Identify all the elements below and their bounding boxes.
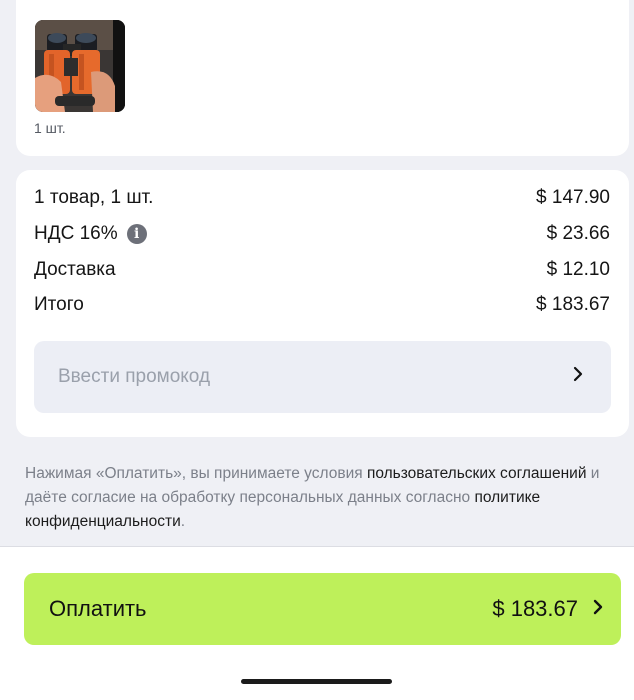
delivery-row: Доставка $ 12.10 xyxy=(34,257,610,283)
vat-row: НДС 16% i $ 23.66 xyxy=(34,221,610,247)
bottom-bar: Оплатить $ 183.67 xyxy=(0,546,634,700)
promo-code-input[interactable]: Ввести промокод xyxy=(34,341,611,413)
total-label: Итого xyxy=(34,294,84,315)
pay-button[interactable]: Оплатить $ 183.67 xyxy=(24,573,621,645)
chevron-right-icon xyxy=(572,365,584,389)
home-indicator[interactable] xyxy=(241,679,392,684)
legal-text-1: Нажимая «Оплатить», вы принимаете услови… xyxy=(25,465,367,482)
items-row: 1 товар, 1 шт. $ 147.90 xyxy=(34,185,610,211)
total-value: $ 183.67 xyxy=(536,294,610,315)
vat-label: НДС 16% xyxy=(34,223,118,244)
product-image[interactable] xyxy=(35,20,125,112)
vat-value: $ 23.66 xyxy=(546,223,610,244)
delivery-label: Доставка xyxy=(34,259,116,280)
promo-placeholder: Ввести промокод xyxy=(58,366,211,387)
delivery-value: $ 12.10 xyxy=(546,259,610,280)
info-icon[interactable]: i xyxy=(126,224,147,244)
chevron-right-icon xyxy=(592,596,604,622)
pay-button-amount: $ 183.67 xyxy=(492,596,578,621)
user-agreement-link[interactable]: пользовательских соглашений xyxy=(367,465,587,482)
binoculars-photo-icon xyxy=(35,20,125,112)
order-summary-card: 1 товар, 1 шт. $ 147.90 НДС 16% i $ 23.6… xyxy=(16,170,629,437)
product-quantity: 1 шт. xyxy=(34,120,66,136)
product-card: 1 шт. xyxy=(16,0,629,156)
items-value: $ 147.90 xyxy=(536,187,610,208)
legal-notice: Нажимая «Оплатить», вы принимаете услови… xyxy=(25,462,605,534)
pay-button-label: Оплатить xyxy=(49,596,147,621)
items-label: 1 товар, 1 шт. xyxy=(34,187,154,208)
vat-label-group: НДС 16% i xyxy=(34,223,147,245)
total-row: Итого $ 183.67 xyxy=(34,292,610,318)
pay-button-amount-group: $ 183.67 xyxy=(492,596,604,622)
legal-text-3: . xyxy=(180,513,186,530)
